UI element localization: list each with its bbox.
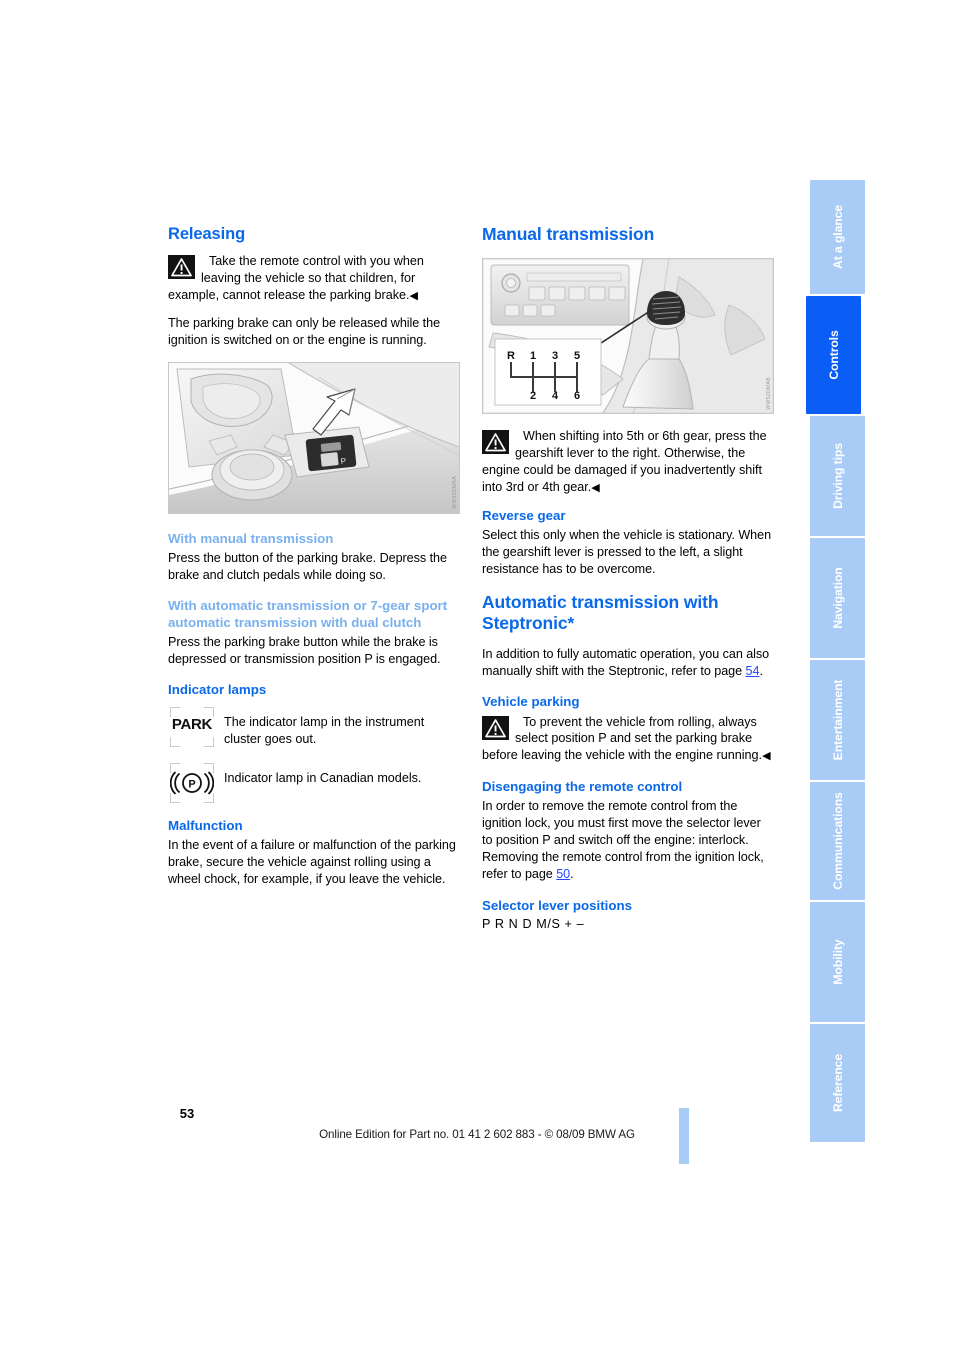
paragraph-disengaging-remote-control: In order to remove the remote control fr… [482, 798, 774, 883]
sidebar-tab-label: Entertainment [830, 679, 845, 761]
warning-triangle-icon [482, 715, 509, 740]
block-with-manual: With manual transmission Press the butto… [168, 530, 460, 584]
sidebar-tab-at-a-glance[interactable]: At a glance [810, 180, 865, 294]
sidebar-tab-navigation[interactable]: Navigation [810, 538, 865, 658]
sidebar-tab-label: Navigation [830, 567, 845, 629]
page-number: 53 [0, 1106, 954, 1121]
page-reference-50[interactable]: 50 [556, 867, 570, 881]
paragraph-releasing: The parking brake can only be released w… [168, 315, 441, 347]
sidebar-tab-label: Communications [830, 792, 845, 890]
heading-releasing: Releasing [168, 225, 246, 243]
figure-code: WW52DMAA [452, 476, 458, 509]
paragraph-text-before: In addition to fully automatic operation… [482, 646, 770, 678]
p-circle-lamp-icon: P [168, 761, 216, 805]
heading-manual-transmission: Manual transmission [482, 224, 655, 244]
block-reverse-gear: Reverse gear Select this only when the v… [482, 507, 774, 578]
sidebar-tab-communications[interactable]: Communications [810, 782, 865, 900]
heading-indicator-lamps: Indicator lamps [168, 681, 267, 697]
heading-malfunction: Malfunction [168, 817, 243, 833]
indicator-lamp-canadian-text: Indicator lamp in Canadian models. [224, 770, 422, 785]
warning-triangle-icon [168, 255, 195, 280]
left-column: Releasing Take the remote control with y… [168, 224, 460, 898]
selector-lever-positions-value: P R N D M/S + – [482, 917, 585, 932]
paragraph-text-before: In order to remove the remote control fr… [482, 799, 764, 882]
sidebar-tab-label: Controls [826, 330, 841, 380]
park-lamp-icon: PARK [168, 705, 216, 749]
indicator-lamp-park-text: The indicator lamp in the instrument clu… [224, 714, 425, 746]
paragraph-with-automatic-transmission: Press the parking brake button while the… [168, 634, 441, 666]
figure-center-console: P WW52DMAA [168, 361, 460, 514]
indicator-lamp-row-park: PARK The indicator lamp in the instrumen… [168, 705, 460, 749]
heading-vehicle-parking: Vehicle parking [482, 694, 580, 710]
paragraph-text-after: . [570, 867, 574, 882]
sidebar-tab-driving-tips[interactable]: Driving tips [810, 416, 865, 536]
figure-code: WW52DMAB [766, 376, 772, 410]
figure-gearshift-lever: R1 35 24 6 WW52DMAB [482, 258, 774, 415]
page-number-value: 53 [179, 1106, 195, 1121]
park-lamp-icon-label: PARK [171, 715, 213, 733]
warning-releasing: Take the remote control with you when le… [168, 253, 460, 304]
svg-text:5: 5 [574, 350, 580, 362]
paragraph-automatic-steptronic: In addition to fully automatic operation… [482, 646, 774, 680]
paragraph-malfunction: In the event of a failure or malfunction… [168, 837, 456, 886]
warning-vehicle-parking: To prevent the vehicle from rolling, alw… [482, 714, 774, 765]
svg-text:P: P [340, 456, 346, 466]
paragraph-with-manual-transmission: Press the button of the parking brake. D… [168, 550, 447, 582]
indicator-lamp-row-canadian: P Indicator lamp in Canadian models. [168, 761, 460, 805]
sidebar-tab-controls[interactable]: Controls [806, 296, 861, 414]
paragraph-text-after: . [759, 663, 763, 678]
block-with-automatic: With automatic transmission or 7-gear sp… [168, 597, 460, 668]
warning-vehicle-parking-text: To prevent the vehicle from rolling, alw… [482, 714, 763, 763]
paragraph-reverse-gear: Select this only when the vehicle is sta… [482, 528, 772, 576]
heading-with-manual-transmission: With manual transmission [168, 530, 334, 546]
manual-page: Releasing Take the remote control with y… [0, 0, 954, 1350]
sidebar-tab-label: Reference [830, 1053, 845, 1113]
warning-end-marker: ◀ [762, 750, 771, 763]
sidebar-tab-label: Mobility [830, 939, 845, 985]
warning-triangle-icon [482, 430, 509, 455]
sidebar-tab-label: At a glance [830, 205, 845, 269]
footer-imprint: Online Edition for Part no. 01 41 2 602 … [319, 1128, 635, 1141]
svg-text:1: 1 [530, 350, 536, 362]
sidebar-tab-mobility[interactable]: Mobility [810, 902, 865, 1022]
svg-text:P: P [188, 778, 195, 790]
sidebar-tabs: At a glance Controls Driving tips Naviga… [806, 180, 865, 1144]
sidebar-tab-reference[interactable]: Reference [810, 1024, 865, 1142]
heading-automatic-steptronic: Automatic transmission with Steptronic* [482, 591, 719, 634]
sidebar-tab-label: Driving tips [830, 443, 845, 509]
warning-end-marker: ◀ [409, 290, 418, 302]
heading-with-automatic-transmission: With automatic transmission or 7-gear sp… [168, 597, 448, 630]
svg-text:R: R [507, 350, 515, 362]
page-reference-54[interactable]: 54 [746, 664, 760, 678]
heading-selector-lever-positions: Selector lever positions [482, 898, 633, 914]
svg-text:3: 3 [552, 350, 558, 362]
heading-reverse-gear: Reverse gear [482, 508, 566, 524]
right-column: Manual transmission R 1 3 5 2 4 6 WW52DM… [482, 224, 774, 931]
warning-shifting: When shifting into 5th or 6th gear, pres… [482, 428, 774, 496]
warning-shifting-text: When shifting into 5th or 6th gear, pres… [482, 429, 767, 495]
warning-end-marker: ◀ [591, 482, 600, 495]
sidebar-tab-entertainment[interactable]: Entertainment [810, 660, 865, 780]
p-circle-lamp-glyph: P [170, 770, 214, 795]
warning-releasing-text: Take the remote control with you when le… [168, 254, 424, 302]
heading-disengaging-remote-control: Disengaging the remote control [482, 779, 683, 795]
